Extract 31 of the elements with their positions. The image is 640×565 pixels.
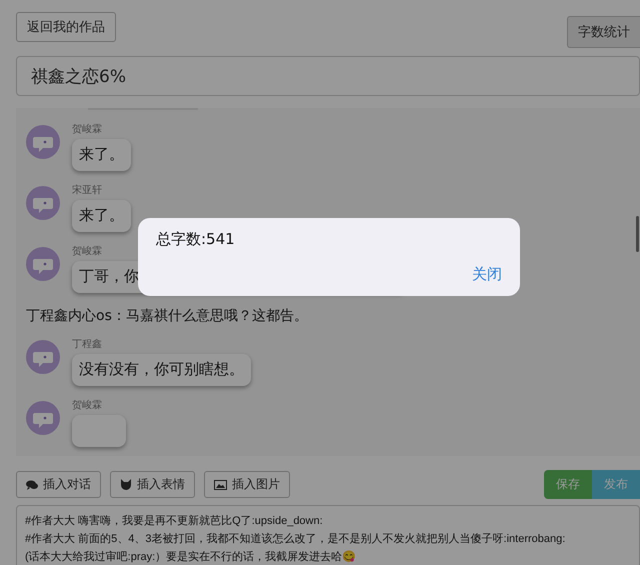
avatar-icon: [26, 186, 60, 220]
editor-line: #作者大大 前面的5、4、3老被打回，我都不知道该怎么改了，是不是别人不发火就把别人当傻子呀:interrobang:: [25, 532, 566, 547]
speaker-name: 丁程鑫: [72, 338, 102, 351]
close-button[interactable]: 关闭: [472, 265, 502, 284]
message-bubble: 没有没有，你可别瞎想。: [72, 354, 251, 386]
scrollbar-thumb[interactable]: [636, 216, 639, 252]
insert-button[interactable]: 插入表情: [110, 471, 195, 498]
chat-icon: [26, 480, 38, 490]
text-editor[interactable]: #作者大大 嗨害嗨，我要是再不更新就芭比Q了:upside_down: #作者大大 前面的5、4、3老被打回，我都不知道该怎么改了，是不是别人不发火就把别人当傻子呀:interrobang: (话本大大给我过审吧:pray:）要是实在不行的话，我截屏发进去哈😋: [16, 505, 640, 565]
avatar-icon: [26, 340, 60, 374]
narration-text: 丁程鑫内心os：马嘉祺什么意思哦？这都告。: [26, 307, 309, 325]
avatar-icon: [26, 125, 60, 159]
speaker-name: 贺峻霖: [72, 244, 102, 258]
speaker-name: 宋亚轩: [72, 184, 102, 197]
avatar-icon: [26, 247, 60, 281]
insert-button[interactable]: 插入图片: [204, 471, 290, 498]
message-bubble: 来了。: [72, 139, 131, 171]
dialog-message: 总字数:541: [156, 230, 235, 249]
speaker-name: 贺峻霖: [72, 122, 102, 136]
insert-button[interactable]: 插入对话: [16, 471, 101, 498]
message-bubble: [72, 415, 126, 447]
cat-icon: [120, 479, 132, 490]
avatar-icon: [26, 401, 60, 435]
back-button[interactable]: 返回我的作品: [16, 12, 116, 42]
editor-line: #作者大大 嗨害嗨，我要是再不更新就芭比Q了:upside_down:: [25, 514, 324, 529]
editor-line: (话本大大给我过审吧:pray:）要是实在不行的话，我截屏发进去哈😋: [25, 550, 358, 565]
word-count-button[interactable]: 字数统计: [567, 16, 640, 48]
message-bubble: 来了。: [72, 200, 131, 232]
speaker-name: 贺峻霖: [72, 398, 102, 412]
image-icon: [214, 480, 227, 490]
title-field[interactable]: 祺鑫之恋6%: [16, 56, 640, 96]
